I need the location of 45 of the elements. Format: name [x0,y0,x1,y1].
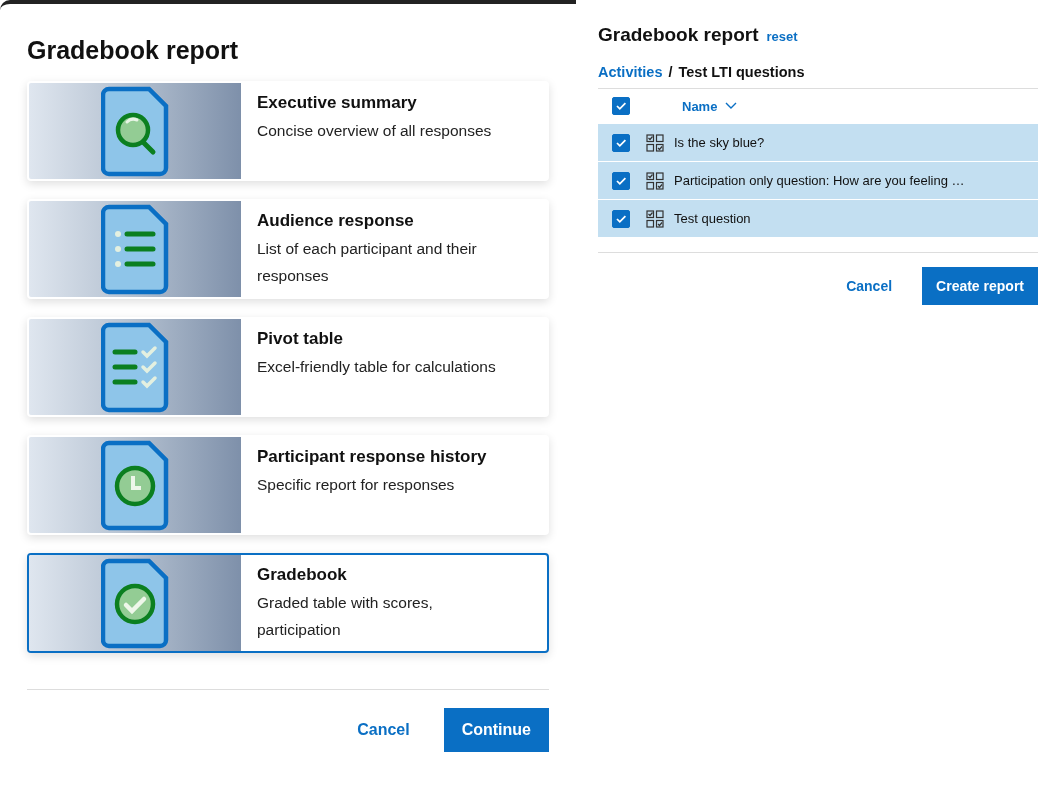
question-name: Test question [674,211,751,226]
magnifier-document-icon [101,85,169,177]
card-title: Executive summary [257,93,418,113]
row-checkbox[interactable] [612,209,630,228]
cancel-button[interactable]: Cancel [846,278,893,294]
card-title: Gradebook [257,565,348,585]
chevron-down-icon [725,102,738,110]
question-type-icon [646,171,664,190]
reset-link[interactable]: reset [766,29,798,44]
name-column-header[interactable]: Name [682,98,738,114]
report-type-card[interactable]: Executive summary Concise overview of all responses [27,81,549,181]
card-description: Concise overview of all responses [257,121,492,141]
report-type-card[interactable]: Pivot table Excel-friendly table for calculations [27,317,549,417]
question-name: Is the sky blue? [674,135,765,150]
list-document-icon [101,203,169,295]
check-document-icon [101,557,169,649]
clock-document-icon [101,439,169,531]
dialog-title: Gradebook report [27,36,240,65]
card-title: Participant response history [257,447,487,467]
question-row[interactable]: Participation only question: How are you feeling … [598,162,1038,200]
checklist-document-icon [101,321,169,413]
breadcrumb-current: Test LTI questions [678,64,805,80]
card-description: List of each participant and their responses [257,239,478,286]
question-row[interactable]: Is the sky blue? [598,124,1038,162]
dialog-title: Gradebook report [598,24,759,46]
card-description: Specific report for responses [257,475,456,495]
question-row[interactable]: Test question [598,200,1038,238]
breadcrumb-link[interactable]: Activities [598,64,663,80]
report-type-card[interactable]: Participant response history Specific report for responses [27,435,549,535]
create-report-button[interactable]: Create report [922,267,1038,305]
card-description: Excel-friendly table for calculations [257,357,496,377]
report-type-card[interactable]: Audience response List of each participant and their responses [27,199,549,299]
report-type-card[interactable]: Gradebook Graded table with scores, participation [27,553,549,653]
continue-button[interactable]: Continue [443,708,549,752]
question-name: Participation only question: How are you feeling … [674,173,965,188]
select-all-checkbox[interactable] [612,97,630,115]
card-title: Pivot table [257,329,344,349]
question-type-icon [646,133,664,152]
row-checkbox[interactable] [612,133,630,152]
row-checkbox[interactable] [612,171,630,190]
cancel-button[interactable]: Cancel [357,721,410,739]
card-title: Audience response [257,211,415,231]
card-description: Graded table with scores, participation [257,593,434,640]
breadcrumb-separator: / [668,64,673,80]
question-type-icon [646,209,664,228]
